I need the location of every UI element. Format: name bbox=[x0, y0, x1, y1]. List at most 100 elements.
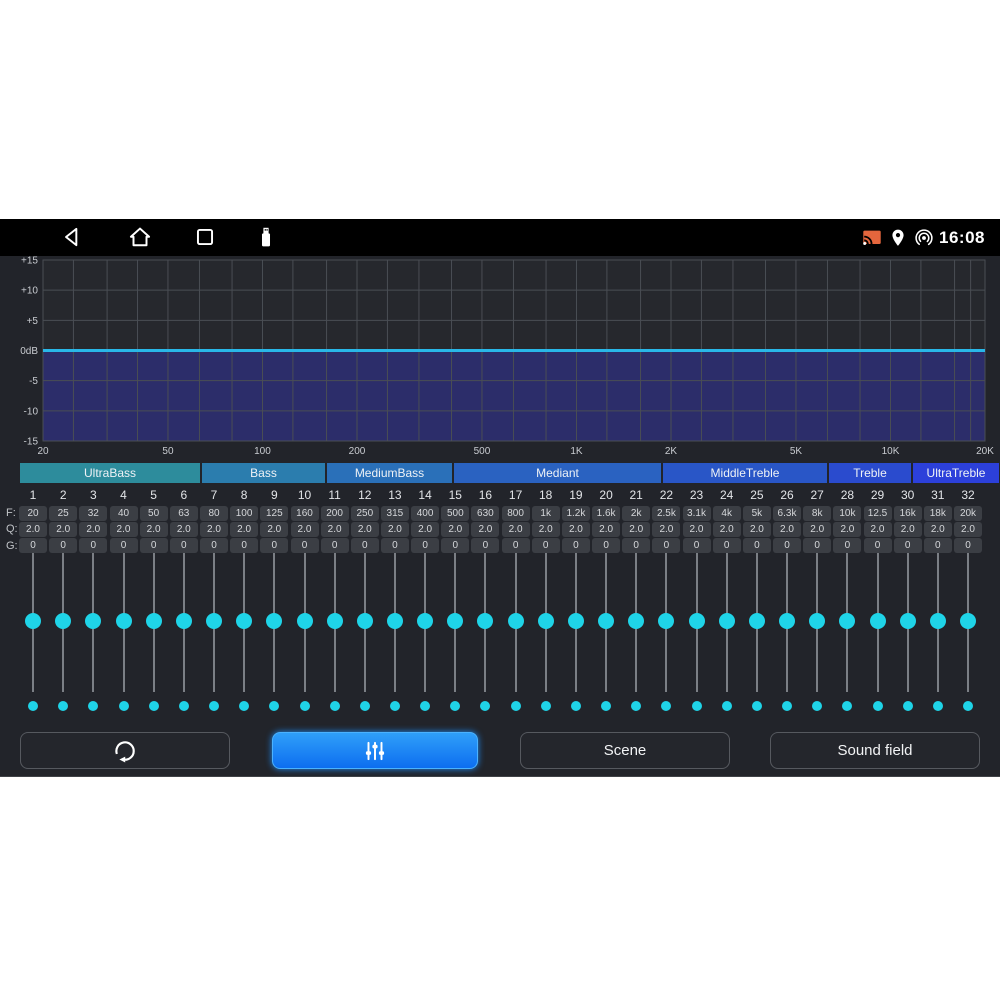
eq-sliders-icon bbox=[362, 738, 388, 764]
eq-channel-6: 6632.00 bbox=[169, 488, 199, 716]
slider-thumb[interactable] bbox=[266, 613, 282, 629]
slider-thumb[interactable] bbox=[538, 613, 554, 629]
slider-thumb[interactable] bbox=[206, 613, 222, 629]
q-value-chip: 2.0 bbox=[49, 522, 77, 537]
q-value-chip: 2.0 bbox=[170, 522, 198, 537]
q-value-chip: 2.0 bbox=[441, 522, 469, 537]
scene-button[interactable]: Scene bbox=[520, 732, 730, 769]
slider-thumb[interactable] bbox=[870, 613, 886, 629]
slider-thumb[interactable] bbox=[357, 613, 373, 629]
channel-number: 8 bbox=[229, 488, 259, 503]
channel-number: 29 bbox=[863, 488, 893, 503]
slider-thumb[interactable] bbox=[809, 613, 825, 629]
freq-axis-labels: 20501002005001K2K5K10K20K bbox=[37, 446, 994, 456]
slider-thumb[interactable] bbox=[628, 613, 644, 629]
gain-value-chip: 0 bbox=[49, 538, 77, 553]
slider-tick-dot bbox=[179, 701, 189, 711]
slider-thumb[interactable] bbox=[236, 613, 252, 629]
sound-field-button[interactable]: Sound field bbox=[770, 732, 980, 769]
slider-thumb[interactable] bbox=[839, 613, 855, 629]
equalizer-button[interactable] bbox=[272, 732, 478, 769]
slider-tick-dot bbox=[873, 701, 883, 711]
gain-value-chip: 0 bbox=[803, 538, 831, 553]
slider-thumb[interactable] bbox=[327, 613, 343, 629]
slider-thumb[interactable] bbox=[508, 613, 524, 629]
gain-value-chip: 0 bbox=[321, 538, 349, 553]
eq-channel-20: 201.6k2.00 bbox=[591, 488, 621, 716]
slider-thumb[interactable] bbox=[598, 613, 614, 629]
band-header-treble: Treble bbox=[829, 463, 911, 483]
slider-tick-dot bbox=[360, 701, 370, 711]
slider-thumb[interactable] bbox=[85, 613, 101, 629]
q-value-chip: 2.0 bbox=[79, 522, 107, 537]
freq-value-chip: 18k bbox=[924, 506, 952, 521]
slider-tick-dot bbox=[58, 701, 68, 711]
eq-channel-15: 155002.00 bbox=[440, 488, 470, 716]
slider-tick-dot bbox=[511, 701, 521, 711]
slider-thumb[interactable] bbox=[297, 613, 313, 629]
eq-channel-10: 101602.00 bbox=[290, 488, 320, 716]
slider-thumb[interactable] bbox=[55, 613, 71, 629]
q-value-chip: 2.0 bbox=[502, 522, 530, 537]
eq-channel-14: 144002.00 bbox=[410, 488, 440, 716]
hotspot-icon bbox=[913, 227, 935, 249]
slider-thumb[interactable] bbox=[658, 613, 674, 629]
slider-tick-dot bbox=[752, 701, 762, 711]
location-icon bbox=[887, 227, 909, 249]
slider-thumb[interactable] bbox=[116, 613, 132, 629]
freq-value-chip: 1.6k bbox=[592, 506, 620, 521]
freq-value-chip: 500 bbox=[441, 506, 469, 521]
eq-channel-12: 122502.00 bbox=[350, 488, 380, 716]
svg-text:5K: 5K bbox=[790, 446, 803, 456]
slider-tick-dot bbox=[390, 701, 400, 711]
channel-number: 30 bbox=[893, 488, 923, 503]
slider-tick-dot bbox=[782, 701, 792, 711]
slider-tick-dot bbox=[330, 701, 340, 711]
svg-text:+5: +5 bbox=[27, 316, 39, 327]
q-value-chip: 2.0 bbox=[864, 522, 892, 537]
slider-thumb[interactable] bbox=[779, 613, 795, 629]
slider-thumb[interactable] bbox=[417, 613, 433, 629]
q-value-chip: 2.0 bbox=[110, 522, 138, 537]
svg-text:-5: -5 bbox=[29, 376, 38, 387]
eq-channel-28: 2810k2.00 bbox=[832, 488, 862, 716]
slider-thumb[interactable] bbox=[689, 613, 705, 629]
slider-thumb[interactable] bbox=[568, 613, 584, 629]
q-value-chip: 2.0 bbox=[321, 522, 349, 537]
eq-channel-31: 3118k2.00 bbox=[923, 488, 953, 716]
slider-thumb[interactable] bbox=[146, 613, 162, 629]
channel-number: 12 bbox=[350, 488, 380, 503]
slider-thumb[interactable] bbox=[25, 613, 41, 629]
cast-icon bbox=[861, 227, 883, 249]
slider-tick-dot bbox=[480, 701, 490, 711]
gain-value-chip: 0 bbox=[471, 538, 499, 553]
q-value-chip: 2.0 bbox=[351, 522, 379, 537]
slider-tick-dot bbox=[661, 701, 671, 711]
reset-button[interactable] bbox=[20, 732, 230, 769]
slider-tick-dot bbox=[28, 701, 38, 711]
slider-thumb[interactable] bbox=[930, 613, 946, 629]
slider-thumb[interactable] bbox=[900, 613, 916, 629]
recents-icon[interactable] bbox=[192, 224, 218, 250]
slider-thumb[interactable] bbox=[719, 613, 735, 629]
channel-number: 14 bbox=[410, 488, 440, 503]
home-icon[interactable] bbox=[127, 224, 153, 250]
eq-channel-4: 4402.00 bbox=[109, 488, 139, 716]
freq-value-chip: 16k bbox=[894, 506, 922, 521]
slider-thumb[interactable] bbox=[447, 613, 463, 629]
slider-tick-dot bbox=[963, 701, 973, 711]
slider-thumb[interactable] bbox=[387, 613, 403, 629]
slider-thumb[interactable] bbox=[960, 613, 976, 629]
svg-text:50: 50 bbox=[162, 446, 174, 456]
slider-thumb[interactable] bbox=[477, 613, 493, 629]
slider-tick-dot bbox=[420, 701, 430, 711]
channel-number: 4 bbox=[109, 488, 139, 503]
slider-thumb[interactable] bbox=[749, 613, 765, 629]
slider-thumb[interactable] bbox=[176, 613, 192, 629]
gain-value-chip: 0 bbox=[713, 538, 741, 553]
svg-text:1K: 1K bbox=[570, 446, 583, 456]
back-icon[interactable] bbox=[59, 224, 85, 250]
eq-channel-1: 1202.00 bbox=[18, 488, 48, 716]
sound-field-button-label: Sound field bbox=[837, 742, 912, 759]
head-unit-screen: 16:08 +15+10+50dB-5-10-1520501002005001K… bbox=[0, 219, 1000, 777]
